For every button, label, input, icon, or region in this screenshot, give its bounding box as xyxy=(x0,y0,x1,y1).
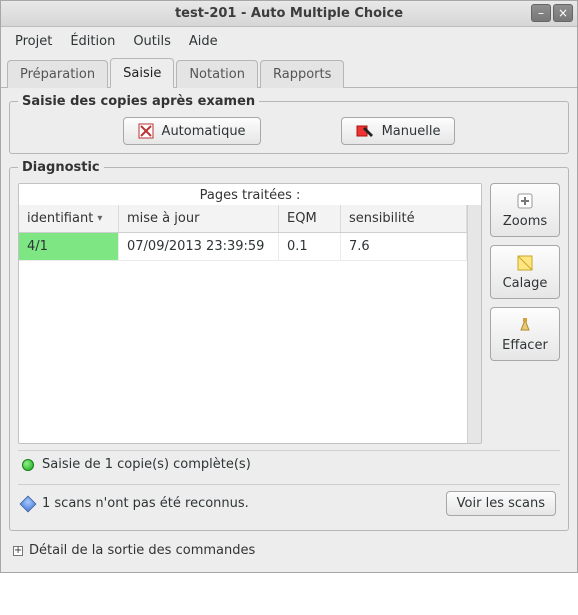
app-window: test-201 - Auto Multiple Choice – × Proj… xyxy=(0,0,578,573)
effacer-label: Effacer xyxy=(502,338,548,353)
cell-eqm: 0.1 xyxy=(279,233,341,260)
calage-label: Calage xyxy=(503,276,548,291)
diagnostic-side-buttons: Zooms Calage Effacer xyxy=(490,183,560,444)
tab-input[interactable]: Saisie xyxy=(110,58,174,88)
command-output-expander[interactable]: + Détail de la sortie des commandes xyxy=(9,537,569,564)
pages-table: Pages traitées : identifiant▾ mise à jou… xyxy=(18,183,482,444)
menu-tools[interactable]: Outils xyxy=(125,31,179,52)
table-header: identifiant▾ mise à jour EQM sensibilité xyxy=(19,205,467,233)
calage-icon xyxy=(516,254,534,272)
menu-help[interactable]: Aide xyxy=(181,31,226,52)
cell-id: 4/1 xyxy=(19,233,119,260)
effacer-icon xyxy=(516,316,534,334)
tab-reports[interactable]: Rapports xyxy=(260,60,344,88)
expander-label: Détail de la sortie des commandes xyxy=(29,543,255,558)
capture-legend: Saisie des copies après examen xyxy=(18,94,259,109)
titlebar: test-201 - Auto Multiple Choice – × xyxy=(1,1,577,27)
window-buttons: – × xyxy=(531,4,573,22)
zooms-icon xyxy=(516,192,534,210)
window-title: test-201 - Auto Multiple Choice xyxy=(175,6,403,21)
auto-capture-icon xyxy=(138,123,154,139)
tab-content: Saisie des copies après examen Automatiq… xyxy=(1,88,577,572)
col-updated[interactable]: mise à jour xyxy=(119,205,279,232)
manual-capture-icon xyxy=(356,123,374,139)
status-ok-line: Saisie de 1 copie(s) complète(s) xyxy=(18,450,560,478)
status-ok-icon xyxy=(22,459,34,471)
view-scans-button[interactable]: Voir les scans xyxy=(446,491,556,516)
table-row[interactable]: 4/1 07/09/2013 23:39:59 0.1 7.6 xyxy=(19,233,467,261)
menu-edition[interactable]: Édition xyxy=(62,31,123,52)
col-id[interactable]: identifiant▾ xyxy=(19,205,119,232)
col-eqm[interactable]: EQM xyxy=(279,205,341,232)
expand-icon: + xyxy=(13,546,23,556)
table-body: 4/1 07/09/2013 23:39:59 0.1 7.6 xyxy=(19,233,467,443)
menu-project[interactable]: Projet xyxy=(7,31,60,52)
diagnostic-body: Pages traitées : identifiant▾ mise à jou… xyxy=(18,183,560,444)
zooms-button[interactable]: Zooms xyxy=(490,183,560,237)
tabbar: Préparation Saisie Notation Rapports xyxy=(1,58,577,88)
sort-desc-icon: ▾ xyxy=(97,213,102,224)
status-ok-text: Saisie de 1 copie(s) complète(s) xyxy=(42,457,251,472)
tab-grading[interactable]: Notation xyxy=(176,60,258,88)
close-button[interactable]: × xyxy=(553,4,573,22)
col-sensitivity[interactable]: sensibilité xyxy=(341,205,467,232)
effacer-button[interactable]: Effacer xyxy=(490,307,560,361)
menubar: Projet Édition Outils Aide xyxy=(1,27,577,56)
manual-capture-label: Manuelle xyxy=(382,124,441,139)
cell-sensitivity: 7.6 xyxy=(341,233,467,260)
diagnostic-fieldset: Diagnostic Pages traitées : identifiant▾… xyxy=(9,160,569,531)
capture-fieldset: Saisie des copies après examen Automatiq… xyxy=(9,94,569,154)
calage-button[interactable]: Calage xyxy=(490,245,560,299)
status-warn-icon xyxy=(20,495,37,512)
zooms-label: Zooms xyxy=(503,214,547,229)
manual-capture-button[interactable]: Manuelle xyxy=(341,117,456,145)
cell-updated: 07/09/2013 23:39:59 xyxy=(119,233,279,260)
diagnostic-legend: Diagnostic xyxy=(18,160,104,175)
table-caption: Pages traitées : xyxy=(19,184,481,205)
auto-capture-label: Automatique xyxy=(162,124,246,139)
status-warn-text: 1 scans n'ont pas été reconnus. xyxy=(42,496,249,511)
minimize-button[interactable]: – xyxy=(531,4,551,22)
table-scrollbar[interactable] xyxy=(467,205,481,443)
capture-buttons: Automatique Manuelle xyxy=(18,117,560,145)
status-warn-line: 1 scans n'ont pas été reconnus. Voir les… xyxy=(18,484,560,522)
auto-capture-button[interactable]: Automatique xyxy=(123,117,261,145)
tab-preparation[interactable]: Préparation xyxy=(7,60,108,88)
